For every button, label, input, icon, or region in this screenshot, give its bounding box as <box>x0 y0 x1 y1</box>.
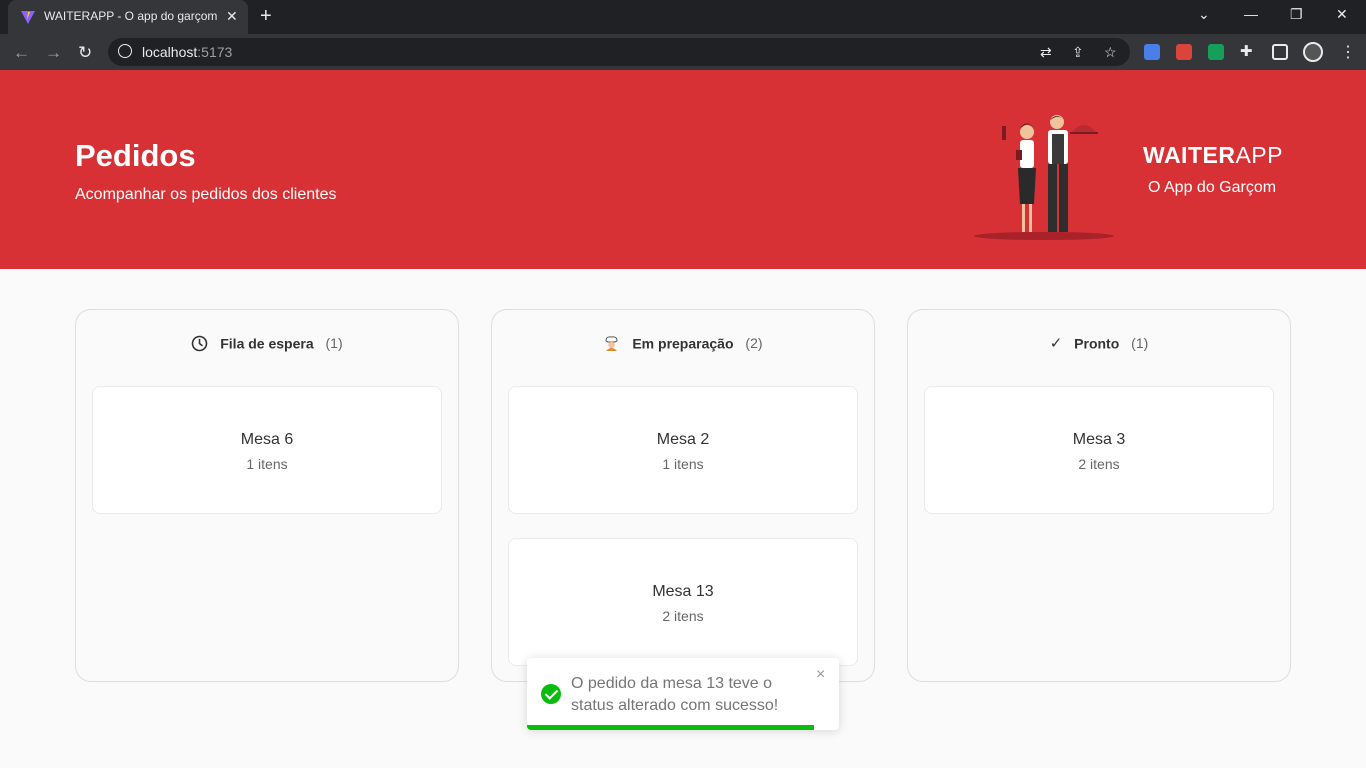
new-tab-button[interactable]: + <box>260 5 272 28</box>
extension-red-icon[interactable] <box>1176 44 1192 60</box>
extension-translate-icon[interactable] <box>1144 44 1160 60</box>
back-icon[interactable]: ← <box>13 43 30 63</box>
clock-icon <box>192 335 208 352</box>
bookmark-star-icon[interactable]: ☆ <box>1104 44 1117 61</box>
minimize-button[interactable]: — <box>1244 6 1258 22</box>
column-header: Em preparação (2) <box>492 334 874 354</box>
side-panel-icon[interactable] <box>1272 44 1288 60</box>
tab-search-icon[interactable]: ⌄ <box>1198 6 1210 23</box>
page-title: Pedidos <box>75 138 196 173</box>
order-table: Mesa 13 <box>652 583 714 600</box>
site-info-icon[interactable] <box>118 44 132 58</box>
success-check-icon <box>541 684 561 704</box>
restore-button[interactable]: ❐ <box>1290 6 1303 23</box>
app-header: Pedidos Acompanhar os pedidos dos client… <box>0 70 1366 269</box>
order-card[interactable]: Mesa 13 2 itens <box>508 538 858 666</box>
order-card[interactable]: Mesa 6 1 itens <box>92 386 442 514</box>
column-count: (1) <box>1131 335 1149 352</box>
order-table: Mesa 6 <box>240 431 294 448</box>
order-table: Mesa 3 <box>1072 431 1126 448</box>
address-bar[interactable]: localhost:5173 ⇄ ⇪ ☆ <box>108 38 1130 66</box>
browser-toolbar: ← → ↻ localhost:5173 ⇄ ⇪ ☆ ✚ ⋮ <box>0 34 1366 70</box>
column-title: Pronto <box>1074 335 1120 352</box>
order-table: Mesa 2 <box>656 431 710 448</box>
chef-icon <box>605 336 618 351</box>
board-column-ready: ✓ Pronto (1) Mesa 3 2 itens <box>907 309 1291 682</box>
share-icon[interactable]: ⇪ <box>1072 44 1084 61</box>
order-card[interactable]: Mesa 2 1 itens <box>508 386 858 514</box>
browser-tabbar: WAITERAPP - O app do garçom ✕ + ⌄ — ❐ ✕ <box>0 0 1366 34</box>
brand-tagline: O App do Garçom <box>1148 179 1277 196</box>
close-window-button[interactable]: ✕ <box>1336 6 1348 23</box>
toast-progress-bar <box>527 725 815 730</box>
extensions-puzzle-icon[interactable]: ✚ <box>1240 42 1253 60</box>
board-column-preparing: Em preparação (2) Mesa 2 1 itens Mesa 13… <box>491 309 875 682</box>
column-header: ✓ Pronto (1) <box>908 334 1290 354</box>
toast-message: O pedido da mesa 13 teve o status altera… <box>571 675 779 714</box>
tab-close-icon[interactable]: ✕ <box>226 8 238 25</box>
vite-favicon-icon <box>21 11 35 24</box>
column-header: Fila de espera (1) <box>76 334 458 354</box>
profile-avatar[interactable] <box>1303 42 1323 62</box>
reload-icon[interactable]: ↻ <box>78 43 92 63</box>
check-icon: ✓ <box>1049 335 1063 353</box>
forward-icon[interactable]: → <box>45 43 62 63</box>
success-toast[interactable]: O pedido da mesa 13 teve o status altera… <box>527 658 839 730</box>
browser-tab[interactable]: WAITERAPP - O app do garçom ✕ <box>8 0 248 34</box>
tab-title: WAITERAPP - O app do garçom <box>44 9 218 23</box>
order-items-count: 1 itens <box>662 456 704 472</box>
extension-green-icon[interactable] <box>1208 44 1224 60</box>
board-column-waiting: Fila de espera (1) Mesa 6 1 itens <box>75 309 459 682</box>
order-items-count: 2 itens <box>662 608 704 624</box>
waiters-illustration <box>974 115 1114 240</box>
column-title: Fila de espera <box>220 335 314 352</box>
page-subtitle: Acompanhar os pedidos dos clientes <box>75 186 337 203</box>
column-count: (1) <box>325 335 343 352</box>
brand-logo: WAITERAPP <box>1143 142 1283 168</box>
menu-kebab-icon[interactable]: ⋮ <box>1340 42 1356 62</box>
translate-icon[interactable]: ⇄ <box>1040 44 1052 61</box>
column-count: (2) <box>745 335 763 352</box>
url-text: localhost:5173 <box>142 44 233 60</box>
column-title: Em preparação <box>632 335 734 352</box>
order-card[interactable]: Mesa 3 2 itens <box>924 386 1274 514</box>
order-items-count: 1 itens <box>246 456 288 472</box>
order-items-count: 2 itens <box>1078 456 1120 472</box>
toast-close-icon[interactable]: × <box>816 666 825 684</box>
